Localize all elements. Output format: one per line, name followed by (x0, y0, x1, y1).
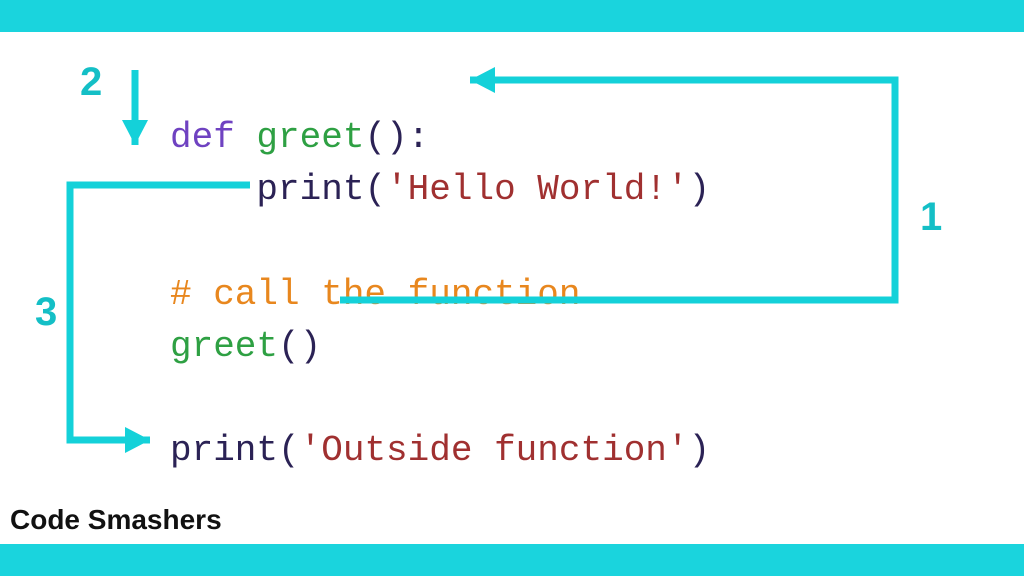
parens: () (278, 326, 321, 367)
footer-brand: Code Smashers (10, 504, 222, 536)
paren-open: ( (364, 169, 386, 210)
step-label-3: 3 (35, 290, 57, 335)
call-print: print (170, 430, 278, 471)
arrow-3-head (125, 427, 150, 453)
parens: (): (364, 117, 429, 158)
paren-close: ) (689, 169, 711, 210)
code-line-4: # call the function (170, 274, 580, 315)
bottom-accent-bar (0, 544, 1024, 576)
call-print: print (256, 169, 364, 210)
paren-open: ( (278, 430, 300, 471)
code-line-7: print('Outside function') (170, 430, 710, 471)
code-line-2: print('Hello World!') (170, 169, 710, 210)
code-block: def greet(): print('Hello World!') # cal… (170, 60, 710, 478)
call-greet: greet (170, 326, 278, 367)
code-line-1: def greet(): (170, 117, 429, 158)
step-label-2: 2 (80, 60, 102, 105)
code-line-5: greet() (170, 326, 321, 367)
string-literal: 'Outside function' (300, 430, 689, 471)
string-literal: 'Hello World!' (386, 169, 688, 210)
comment: # call the function (170, 274, 580, 315)
top-accent-bar (0, 0, 1024, 32)
paren-close: ) (689, 430, 711, 471)
keyword-def: def (170, 117, 256, 158)
arrow-2-head (122, 120, 148, 145)
step-label-1: 1 (920, 195, 942, 240)
function-name: greet (256, 117, 364, 158)
indent (170, 169, 256, 210)
